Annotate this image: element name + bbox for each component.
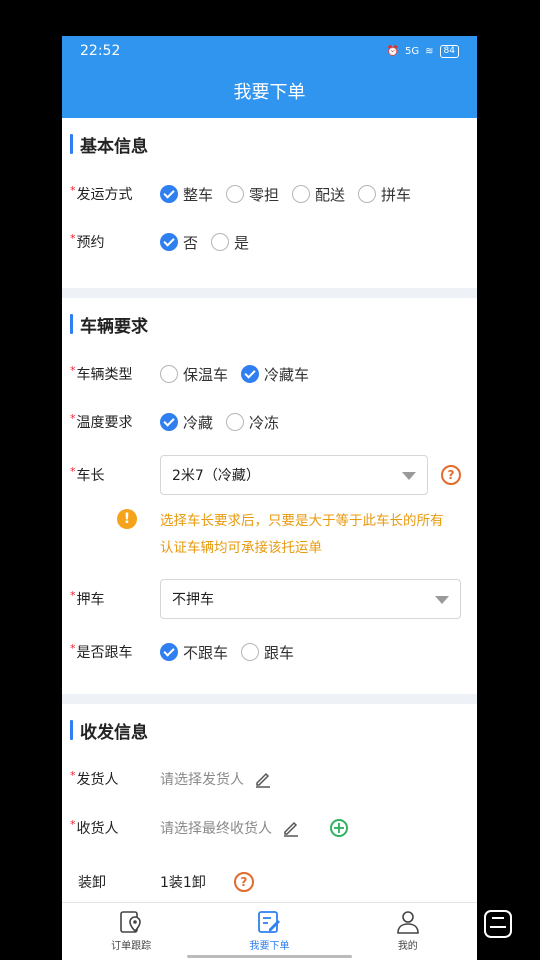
- radio-unchecked-icon: [226, 413, 245, 431]
- battery-icon: 84: [439, 45, 459, 58]
- section-title: 基本信息: [62, 118, 477, 170]
- vehicle-type-row: *车辆类型 保温车 冷藏车: [70, 364, 310, 385]
- nav-mine[interactable]: 我的: [339, 903, 477, 960]
- help-icon[interactable]: ?: [441, 465, 461, 485]
- bottom-nav: 订单跟踪 我要下单 我的: [62, 902, 477, 960]
- ship-method-option[interactable]: 整车: [160, 184, 213, 205]
- vehicle-req-section: 车辆要求 *车辆类型 保温车 冷藏车 *温度要求 冷藏 冷冻 *车长 2米7（冷…: [62, 298, 477, 694]
- dropdown-arrow-icon: [435, 596, 449, 604]
- vehicle-length-select[interactable]: 2米7（冷藏）: [160, 455, 428, 495]
- shipper-row: *发货人 请选择发货人: [62, 756, 477, 802]
- vehicle-type-option[interactable]: 保温车: [160, 364, 228, 385]
- user-icon: [397, 911, 419, 934]
- radio-unchecked-icon: [292, 185, 311, 203]
- alarm-icon: ⏰: [386, 46, 400, 57]
- shipper-field[interactable]: 请选择发货人: [160, 769, 272, 789]
- section-title: 车辆要求: [62, 298, 477, 350]
- radio-unchecked-icon: [358, 185, 377, 203]
- vehicle-type-option[interactable]: 冷藏车: [241, 364, 309, 385]
- status-bar: 22:52 ⏰ 5G ≋ 84: [62, 36, 477, 68]
- receiver-field[interactable]: 请选择最终收货人 +: [160, 818, 348, 838]
- vehicle-length-row: *车长 2米7（冷藏） ?: [62, 446, 477, 504]
- radio-unchecked-icon: [160, 365, 178, 383]
- radio-unchecked-icon: [226, 185, 245, 203]
- add-receiver-icon[interactable]: +: [330, 819, 348, 837]
- screenshot-float-icon[interactable]: [482, 908, 514, 940]
- basic-info-section: 基本信息 *发运方式 整车 零担 配送 拼车 *预约 否 是: [62, 118, 477, 288]
- app-bar-title: 我要下单: [62, 68, 477, 118]
- wifi-icon: ≋: [425, 46, 434, 57]
- follow-row: *是否跟车 不跟车 跟车: [70, 642, 295, 663]
- temperature-row: *温度要求 冷藏 冷冻: [70, 412, 280, 433]
- ship-method-option[interactable]: 配送: [292, 184, 345, 205]
- radio-checked-icon: [160, 185, 178, 203]
- location-doc-icon: [120, 911, 141, 933]
- nav-place-order[interactable]: 我要下单: [200, 903, 338, 960]
- radio-checked-icon: [160, 643, 178, 661]
- radio-checked-icon: [160, 233, 178, 251]
- follow-option[interactable]: 跟车: [241, 642, 294, 663]
- network-label: 5G: [405, 46, 420, 57]
- status-time: 22:52: [80, 43, 121, 59]
- shipping-info-section: 收发信息 *发货人 请选择发货人 *收货人 请选择最终收货人 + 装卸 1装1卸…: [62, 704, 477, 924]
- radio-checked-icon: [241, 365, 260, 383]
- escort-row: *押车 不押车: [62, 570, 477, 628]
- temperature-option[interactable]: 冷冻: [226, 412, 279, 433]
- radio-checked-icon: [160, 413, 178, 431]
- section-title: 收发信息: [62, 704, 477, 756]
- ship-method-options: 整车 零担 配送 拼车: [160, 184, 424, 205]
- ship-method-row: *发运方式 整车 零担 配送 拼车: [62, 170, 477, 218]
- reservation-row: *预约 否 是: [70, 232, 250, 253]
- reservation-option[interactable]: 否: [160, 232, 198, 253]
- follow-option[interactable]: 不跟车: [160, 642, 228, 663]
- home-indicator: [187, 955, 352, 958]
- edit-doc-icon: [258, 911, 281, 933]
- ship-method-option[interactable]: 拼车: [358, 184, 411, 205]
- radio-unchecked-icon: [211, 233, 230, 251]
- edit-icon[interactable]: [254, 770, 272, 788]
- reservation-option[interactable]: 是: [211, 232, 249, 253]
- nav-order-tracking[interactable]: 订单跟踪: [62, 903, 200, 960]
- temperature-option[interactable]: 冷藏: [160, 412, 213, 433]
- phone-screen: 22:52 ⏰ 5G ≋ 84 我要下单 基本信息 *发运方式 整车 零担 配送…: [62, 36, 477, 960]
- edit-icon[interactable]: [282, 819, 300, 837]
- ship-method-option[interactable]: 零担: [226, 184, 279, 205]
- receiver-row: *收货人 请选择最终收货人 +: [62, 802, 477, 854]
- status-icons: ⏰ 5G ≋ 84: [387, 45, 459, 58]
- vehicle-length-notice: ! 选择车长要求后，只要是大于等于此车长的所有认证车辆均可承接该托运单: [62, 504, 477, 570]
- radio-unchecked-icon: [241, 643, 260, 661]
- warning-icon: !: [117, 509, 137, 529]
- escort-select[interactable]: 不押车: [160, 579, 461, 619]
- help-icon[interactable]: ?: [233, 872, 254, 892]
- dropdown-arrow-icon: [402, 472, 416, 480]
